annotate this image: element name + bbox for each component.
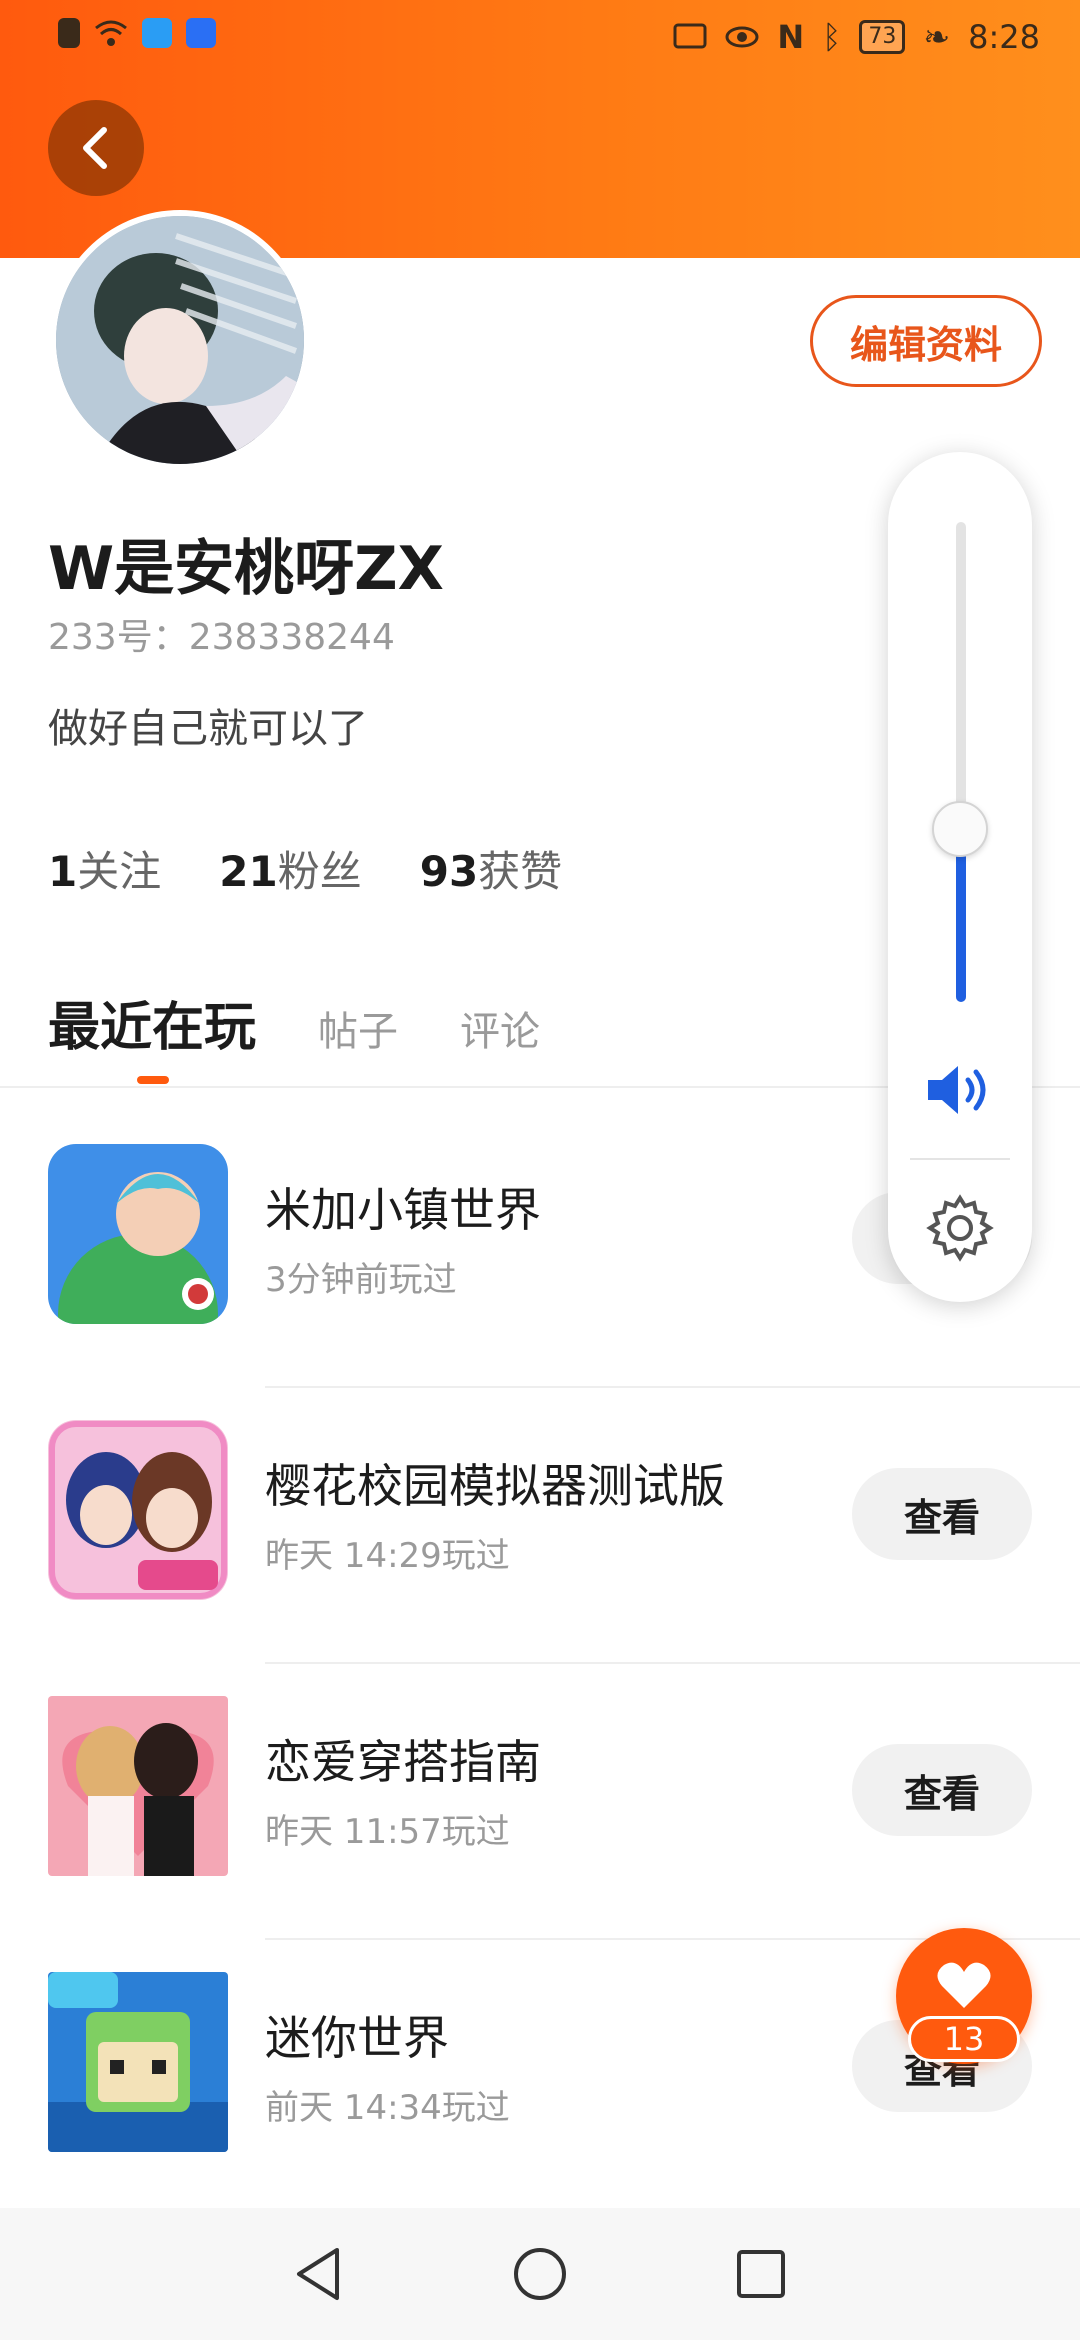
game-name: 恋爱穿搭指南 bbox=[265, 1735, 541, 1789]
square-recent-icon[interactable] bbox=[735, 2248, 787, 2300]
chevron-left-icon bbox=[83, 127, 107, 169]
triangle-back-icon[interactable] bbox=[293, 2246, 345, 2302]
game-row[interactable]: 樱花校园模拟器测试版 昨天 14:29玩过 查看 bbox=[0, 1388, 1080, 1664]
stat-following-label: 关注 bbox=[77, 847, 162, 896]
avatar-image bbox=[56, 216, 304, 464]
app-notification-icon bbox=[186, 18, 216, 48]
status-time: 8:28 bbox=[968, 18, 1040, 56]
status-bar-left bbox=[58, 18, 216, 48]
profile-tabs: 最近在玩 帖子 评论 bbox=[48, 985, 540, 1060]
edit-profile-button[interactable]: 编辑资料 bbox=[810, 295, 1042, 387]
stat-likes-label: 获赞 bbox=[478, 847, 563, 896]
eco-leaf-icon: ❧ bbox=[923, 18, 951, 56]
volume-panel-divider bbox=[910, 1158, 1010, 1160]
nfc-icon: N bbox=[777, 18, 805, 56]
game-name: 米加小镇世界 bbox=[265, 1183, 541, 1237]
game-icon bbox=[48, 1420, 228, 1600]
heart-icon bbox=[937, 1962, 991, 2008]
stat-followers[interactable]: 21粉丝 bbox=[219, 838, 361, 899]
game-row[interactable]: 恋爱穿搭指南 昨天 11:57玩过 查看 bbox=[0, 1664, 1080, 1940]
volume-slider-knob[interactable] bbox=[932, 801, 988, 858]
user-id: 233号：238338244 bbox=[48, 617, 395, 658]
like-fab-button[interactable]: 13 bbox=[896, 1928, 1032, 2064]
game-last-played: 昨天 14:29玩过 bbox=[265, 1536, 510, 1576]
sound-settings-button[interactable] bbox=[926, 1194, 994, 1266]
volume-panel bbox=[888, 452, 1032, 1302]
stat-followers-count: 21 bbox=[219, 847, 278, 896]
speaker-icon bbox=[928, 1066, 986, 1114]
volume-slider-track[interactable] bbox=[956, 522, 966, 1002]
game-icon bbox=[48, 1972, 228, 2152]
stat-following[interactable]: 1关注 bbox=[48, 838, 161, 899]
circle-home-icon[interactable] bbox=[512, 2246, 568, 2302]
stat-followers-label: 粉丝 bbox=[277, 847, 362, 896]
view-game-button[interactable]: 查看 bbox=[852, 1468, 1032, 1560]
game-icon bbox=[48, 1696, 228, 1876]
user-bio: 做好自己就可以了 bbox=[48, 706, 368, 752]
like-count-badge: 13 bbox=[908, 2016, 1020, 2062]
mute-toggle-button[interactable] bbox=[924, 1062, 996, 1122]
game-name: 樱花校园模拟器测试版 bbox=[265, 1459, 725, 1513]
stat-likes-count: 93 bbox=[419, 847, 479, 896]
game-last-played: 昨天 11:57玩过 bbox=[265, 1812, 510, 1852]
tab-posts[interactable]: 帖子 bbox=[318, 999, 398, 1057]
username: W是安桃呀ZX bbox=[48, 534, 444, 604]
active-tab-indicator bbox=[137, 1076, 169, 1084]
alert-icon bbox=[58, 18, 80, 48]
status-bar-right: N ᛒ 73 ❧ 8:28 bbox=[673, 18, 1040, 56]
wifi-icon bbox=[95, 20, 127, 46]
system-navigation-bar bbox=[0, 2208, 1080, 2340]
stat-following-count: 1 bbox=[48, 847, 78, 896]
game-last-played: 3分钟前玩过 bbox=[265, 1260, 457, 1300]
search-app-icon bbox=[142, 18, 172, 48]
stat-likes[interactable]: 93获赞 bbox=[420, 838, 562, 899]
game-last-played: 前天 14:34玩过 bbox=[265, 2088, 510, 2128]
profile-stats: 1关注 21粉丝 93获赞 bbox=[48, 838, 562, 899]
bluetooth-icon: ᛒ bbox=[822, 18, 842, 56]
gear-icon bbox=[926, 1194, 994, 1262]
view-game-button[interactable]: 查看 bbox=[852, 1744, 1032, 1836]
cast-icon bbox=[673, 23, 707, 49]
battery-indicator: 73 bbox=[859, 20, 906, 54]
game-name: 迷你世界 bbox=[265, 2011, 449, 2065]
eye-icon bbox=[725, 26, 759, 48]
tab-recently-played[interactable]: 最近在玩 bbox=[48, 985, 256, 1060]
back-button[interactable] bbox=[48, 100, 144, 196]
tab-comments[interactable]: 评论 bbox=[460, 999, 540, 1057]
avatar[interactable] bbox=[50, 210, 310, 470]
game-icon bbox=[48, 1144, 228, 1324]
